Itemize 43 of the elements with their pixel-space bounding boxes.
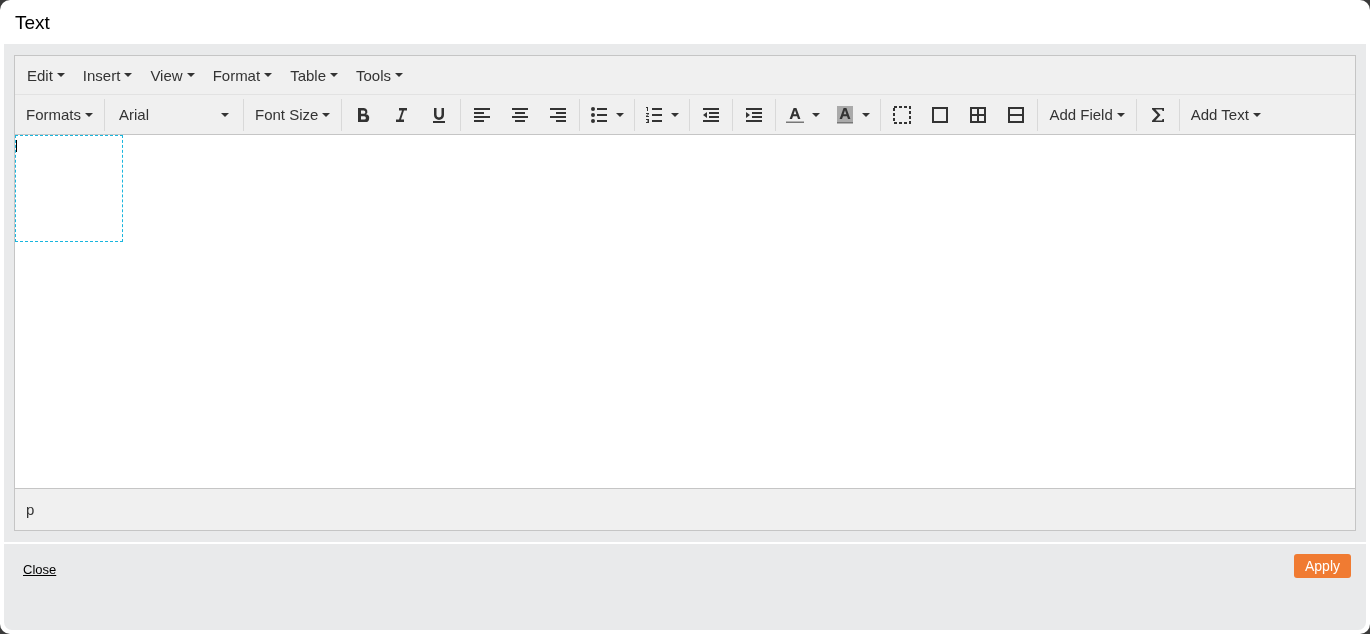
indent-icon bbox=[745, 105, 764, 124]
dropdown-button[interactable]: Formats bbox=[17, 99, 102, 130]
element-path[interactable]: p bbox=[26, 501, 35, 518]
menu-item[interactable]: View bbox=[141, 60, 204, 90]
menu-item[interactable]: Format bbox=[203, 60, 282, 90]
square-icon bbox=[931, 105, 950, 124]
bullet-list-icon bbox=[590, 105, 609, 124]
align-left-icon bbox=[473, 105, 492, 124]
text-color-icon bbox=[786, 105, 805, 124]
caret-icon bbox=[56, 73, 65, 77]
align-right-icon bbox=[549, 105, 568, 124]
caret-icon bbox=[322, 112, 331, 117]
outdent-icon bbox=[702, 105, 721, 124]
highlight-color-icon bbox=[836, 105, 855, 124]
grid-icon bbox=[969, 105, 988, 124]
align-center-icon bbox=[511, 105, 530, 124]
window-title: Text bbox=[14, 11, 51, 35]
caret-icon bbox=[812, 112, 821, 117]
caret-icon bbox=[124, 73, 133, 77]
close-link[interactable]: Close bbox=[23, 562, 57, 577]
dropdown-button[interactable]: Font Size bbox=[246, 99, 340, 130]
menu-item[interactable]: Insert bbox=[73, 60, 142, 90]
caret-icon bbox=[186, 73, 195, 77]
caret-icon bbox=[1116, 112, 1125, 117]
dropdown-button[interactable]: Add Field bbox=[1040, 99, 1134, 130]
caret-icon bbox=[221, 112, 229, 117]
caret-icon bbox=[1252, 112, 1261, 117]
caret-icon bbox=[616, 112, 625, 117]
caret-icon bbox=[862, 112, 871, 117]
split-box-icon bbox=[1007, 105, 1026, 124]
dashed-border-icon bbox=[893, 105, 912, 124]
dropdown-button[interactable]: Add Text bbox=[1181, 99, 1270, 130]
caret-icon bbox=[264, 73, 273, 77]
text-cursor bbox=[16, 140, 17, 152]
caret-icon bbox=[395, 73, 404, 77]
menu-item[interactable]: Edit bbox=[18, 60, 74, 90]
numbered-list-icon bbox=[645, 105, 664, 124]
font-select[interactable]: Arial bbox=[107, 99, 241, 130]
caret-icon bbox=[671, 112, 680, 117]
caret-icon bbox=[330, 73, 338, 77]
menu-item[interactable]: Tools bbox=[347, 60, 413, 90]
menu-item[interactable]: Table bbox=[281, 60, 347, 90]
caret-icon bbox=[85, 112, 93, 117]
